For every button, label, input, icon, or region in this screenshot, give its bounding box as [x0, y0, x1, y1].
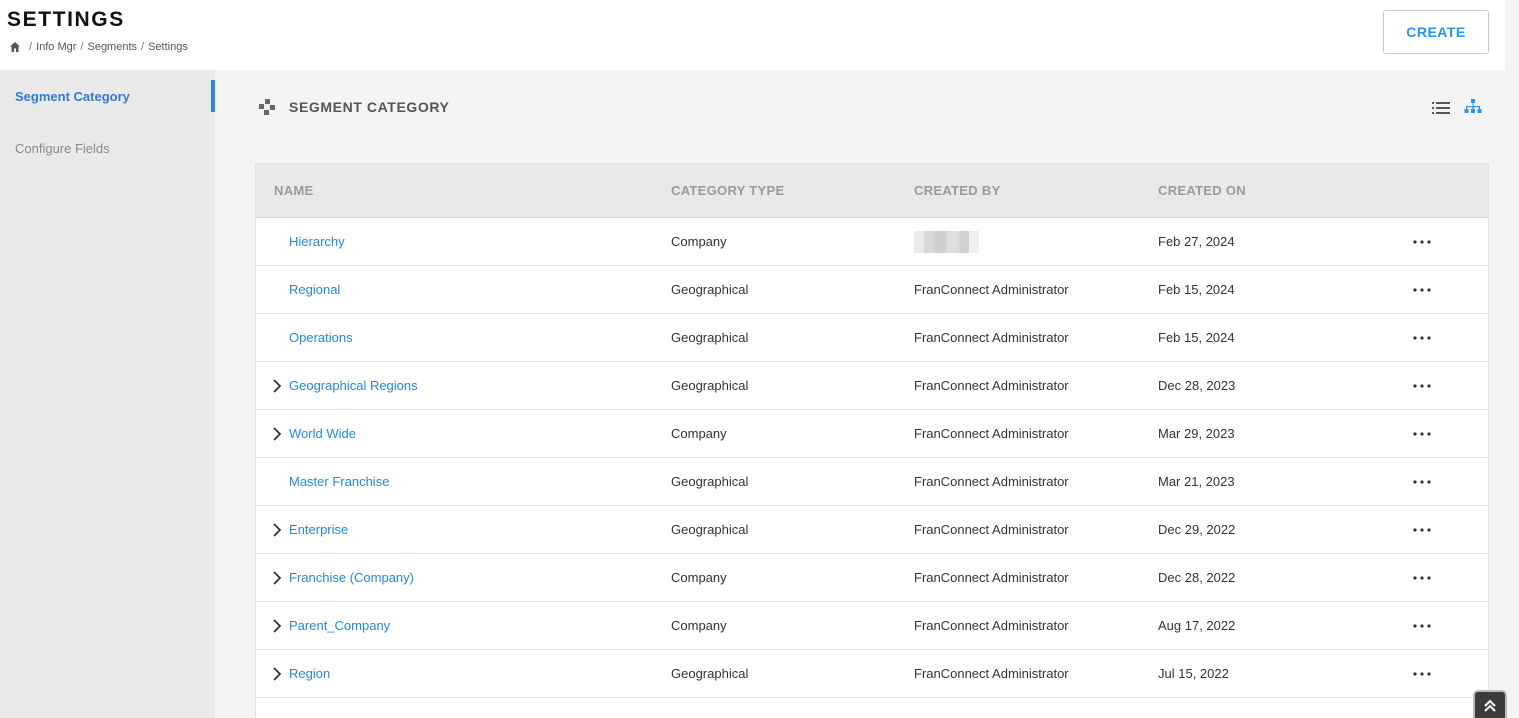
created-by-cell: FranConnect Administrator: [914, 618, 1069, 633]
created-on-cell: Mar 29, 2023: [1158, 426, 1235, 441]
table-row[interactable]: Parent_Company Company FranConnect Adminis…: [256, 602, 1488, 650]
table-row[interactable]: Geographical Regions Geographical FranConn…: [256, 362, 1488, 410]
created-on-cell: Feb 15, 2024: [1158, 282, 1235, 297]
chevron-right-icon[interactable]: [272, 379, 282, 393]
created-by-cell: FranConnect Administrator: [914, 570, 1069, 585]
column-header-created-by[interactable]: CREATED BY: [914, 183, 1001, 198]
category-type-cell: Geographical: [671, 666, 749, 681]
segment-name-link[interactable]: Hierarchy: [289, 234, 345, 249]
segment-name-link[interactable]: Regional: [289, 282, 340, 297]
more-horizontal-icon[interactable]: [1413, 665, 1431, 683]
tree-view-icon[interactable]: [1464, 99, 1482, 116]
active-indicator: [211, 80, 215, 112]
table-row[interactable]: Regional Geographical FranConnect Administ…: [256, 266, 1488, 314]
home-icon[interactable]: [9, 41, 21, 53]
created-on-cell: Feb 15, 2024: [1158, 330, 1235, 345]
chevron-right-icon[interactable]: [272, 427, 282, 441]
list-view-icon[interactable]: [1432, 101, 1450, 115]
breadcrumb-separator: /: [29, 41, 33, 53]
created-by-cell: FranConnect Administrator: [914, 522, 1069, 537]
breadcrumb-item-settings: Settings: [148, 41, 188, 53]
segment-name-link[interactable]: Parent_Company: [289, 618, 390, 633]
more-horizontal-icon[interactable]: [1413, 473, 1431, 491]
created-on-cell: Dec 28, 2023: [1158, 378, 1236, 393]
breadcrumb-separator: /: [141, 41, 145, 53]
more-horizontal-icon[interactable]: [1413, 521, 1431, 539]
more-horizontal-icon[interactable]: [1413, 281, 1431, 299]
category-type-cell: Geographical: [671, 282, 749, 297]
more-horizontal-icon[interactable]: [1413, 377, 1431, 395]
created-on-cell: Mar 21, 2023: [1158, 474, 1235, 489]
top-bar: SETTINGS / Info Mgr / Segments / Setting…: [0, 0, 1505, 70]
created-by-cell: FranConnect Administrator: [914, 666, 1069, 681]
segment-name-link[interactable]: Franchise (Company): [289, 570, 414, 585]
created-on-cell: Dec 29, 2022: [1158, 522, 1236, 537]
table-row[interactable]: Master Franchise Geographical FranConnect …: [256, 458, 1488, 506]
created-on-cell: Feb 27, 2024: [1158, 234, 1235, 249]
segment-name-link[interactable]: Operations: [289, 330, 353, 345]
breadcrumb: / Info Mgr / Segments / Settings: [9, 41, 188, 53]
segment-category-icon: [259, 99, 275, 115]
created-on-cell: Aug 17, 2022: [1158, 618, 1236, 633]
segment-category-table: NAME CATEGORY TYPE CREATED BY CREATED ON…: [255, 163, 1489, 718]
created-by-cell: FranConnect Administrator: [914, 282, 1069, 297]
breadcrumb-item-info-mgr[interactable]: Info Mgr: [36, 41, 76, 53]
section-header: SEGMENT CATEGORY: [258, 98, 450, 116]
created-by-cell: FranConnect Administrator: [914, 474, 1069, 489]
redacted-creator: [914, 231, 979, 253]
table-row[interactable]: Operations Geographical FranConnect Admini…: [256, 314, 1488, 362]
category-type-cell: Company: [671, 426, 727, 441]
created-by-cell: FranConnect Administrator: [914, 330, 1069, 345]
created-by-cell: FranConnect Administrator: [914, 378, 1069, 393]
chevron-right-icon[interactable]: [272, 667, 282, 681]
sidebar: Segment Category Configure Fields: [0, 70, 215, 718]
column-header-created-on[interactable]: CREATED ON: [1158, 183, 1246, 198]
table-row[interactable]: Region Geographical FranConnect Administra…: [256, 650, 1488, 698]
category-type-cell: Company: [671, 570, 727, 585]
created-by-cell: FranConnect Administrator: [914, 426, 1069, 441]
more-horizontal-icon[interactable]: [1413, 425, 1431, 443]
sidebar-item-segment-category[interactable]: Segment Category: [15, 89, 130, 104]
more-horizontal-icon[interactable]: [1413, 617, 1431, 635]
category-type-cell: Geographical: [671, 522, 749, 537]
category-type-cell: Company: [671, 234, 727, 249]
created-on-cell: Dec 28, 2022: [1158, 570, 1236, 585]
category-type-cell: Company: [671, 618, 727, 633]
segment-name-link[interactable]: Region: [289, 666, 330, 681]
table-row[interactable]: Enterprise Geographical FranConnect Admini…: [256, 506, 1488, 554]
segment-name-link[interactable]: Master Franchise: [289, 474, 389, 489]
more-horizontal-icon[interactable]: [1413, 329, 1431, 347]
create-button[interactable]: CREATE: [1383, 10, 1489, 54]
more-horizontal-icon[interactable]: [1413, 569, 1431, 587]
column-header-name[interactable]: NAME: [274, 183, 313, 198]
created-on-cell: Jul 15, 2022: [1158, 666, 1229, 681]
category-type-cell: Geographical: [671, 330, 749, 345]
page-title: SETTINGS: [7, 8, 125, 31]
chevron-right-icon[interactable]: [272, 619, 282, 633]
double-chevron-up-icon: [1484, 699, 1496, 712]
table-row[interactable]: World Wide Company FranConnect Administrat…: [256, 410, 1488, 458]
breadcrumb-item-segments[interactable]: Segments: [87, 41, 137, 53]
sidebar-item-configure-fields[interactable]: Configure Fields: [15, 141, 110, 156]
table-row[interactable]: Hierarchy Company Feb 27, 2024: [256, 218, 1488, 266]
table-body: Hierarchy Company Feb 27, 2024 Regional Geog…: [256, 218, 1488, 698]
breadcrumb-separator: /: [80, 41, 84, 53]
column-header-category-type[interactable]: CATEGORY TYPE: [671, 183, 784, 198]
segment-name-link[interactable]: Enterprise: [289, 522, 348, 537]
section-title: SEGMENT CATEGORY: [289, 99, 450, 115]
table-header: NAME CATEGORY TYPE CREATED BY CREATED ON: [256, 164, 1488, 218]
category-type-cell: Geographical: [671, 378, 749, 393]
chevron-right-icon[interactable]: [272, 571, 282, 585]
segment-name-link[interactable]: World Wide: [289, 426, 356, 441]
table-row[interactable]: Franchise (Company) Company FranConnect Ad…: [256, 554, 1488, 602]
category-type-cell: Geographical: [671, 474, 749, 489]
chevron-right-icon[interactable]: [272, 523, 282, 537]
more-horizontal-icon[interactable]: [1413, 233, 1431, 251]
segment-name-link[interactable]: Geographical Regions: [289, 378, 418, 393]
scroll-to-top-button[interactable]: [1473, 690, 1507, 718]
